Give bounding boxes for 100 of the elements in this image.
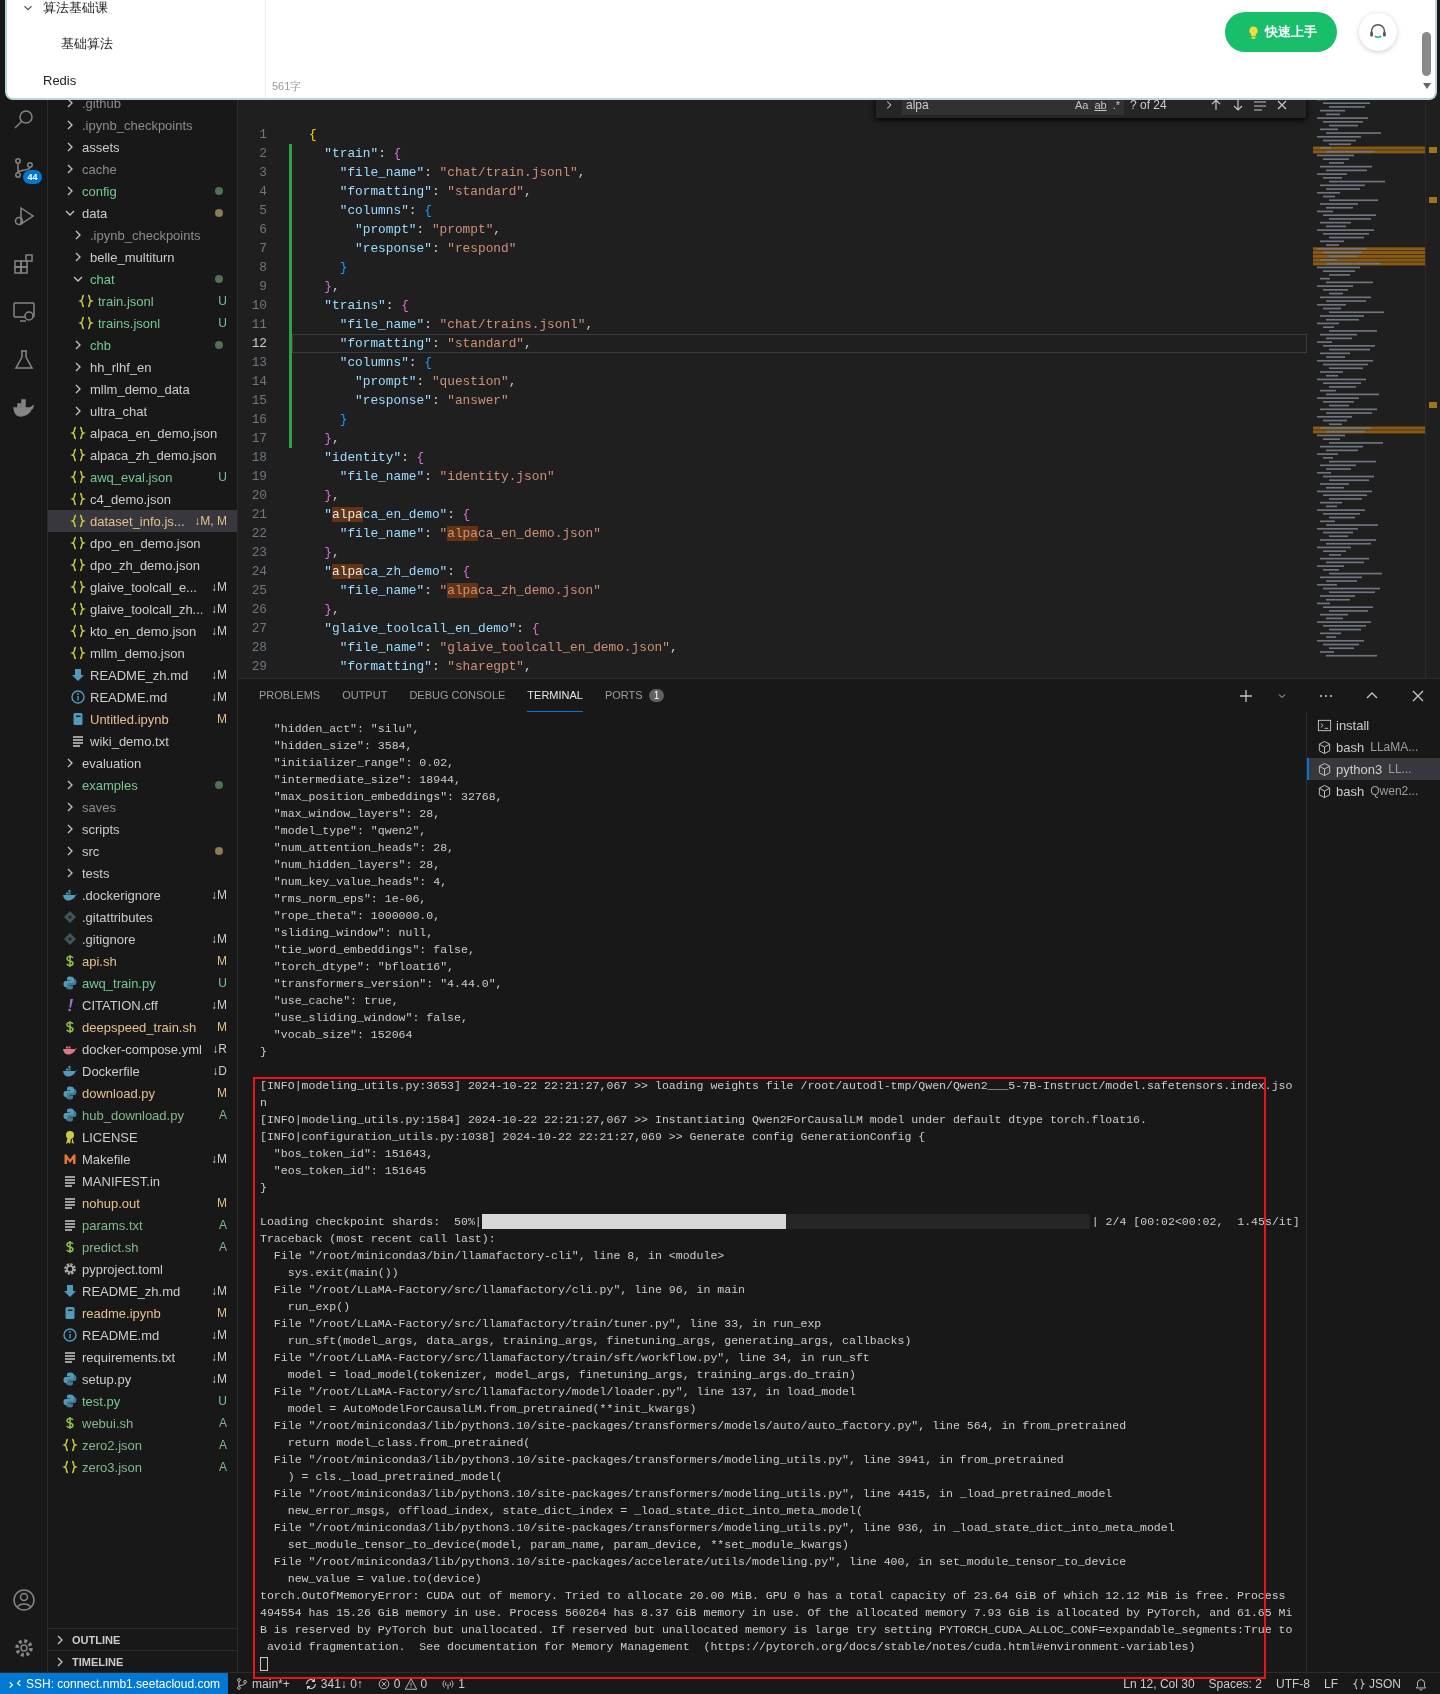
tree-item[interactable]: README.md ↓M — [48, 1324, 237, 1346]
bell-icon[interactable] — [1414, 1676, 1428, 1691]
tree-item[interactable]: Untitled.ipynb M — [48, 708, 237, 730]
tree-item[interactable]: LICENSE — [48, 1126, 237, 1148]
tree-item[interactable]: scripts — [48, 818, 237, 840]
remote-button[interactable]: SSH: connect.nmb1.seetacloud.com — [0, 1672, 229, 1694]
problems-button[interactable]: 0 0 — [369, 1676, 435, 1691]
note-tree-item[interactable]: 算法基础课 — [7, 0, 265, 26]
tree-item[interactable]: setup.py ↓M — [48, 1368, 237, 1390]
scrollbar[interactable] — [1425, 102, 1440, 678]
docker-icon[interactable] — [11, 396, 36, 420]
tree-item[interactable]: train.jsonl U — [48, 290, 237, 312]
tree-item[interactable]: config — [48, 180, 237, 202]
tree-item[interactable]: api.sh M — [48, 950, 237, 972]
remote-icon[interactable] — [11, 300, 36, 324]
plus-icon[interactable] — [1238, 687, 1254, 704]
tree-item[interactable]: chat — [48, 268, 237, 290]
tree-item[interactable]: params.txt A — [48, 1214, 237, 1236]
tree-item[interactable]: dataset_info.js... ↓M, M — [48, 510, 237, 532]
terminal-list-item[interactable]: python3 LL... — [1307, 758, 1440, 780]
tree-item[interactable]: tests — [48, 862, 237, 884]
tree-item[interactable]: wiki_demo.txt — [48, 730, 237, 752]
tree-item[interactable]: Makefile ↓M — [48, 1148, 237, 1170]
tree-item[interactable]: c4_demo.json — [48, 488, 237, 510]
tree-item[interactable]: saves — [48, 796, 237, 818]
tree-item[interactable]: nohup.out M — [48, 1192, 237, 1214]
ports-button[interactable]: 1 — [434, 1676, 472, 1691]
tree-item[interactable]: Dockerfile ↓D — [48, 1060, 237, 1082]
tree-item[interactable]: data — [48, 202, 237, 224]
account-icon[interactable] — [11, 1588, 36, 1612]
tree-item[interactable]: glaive_toolcall_e... ↓M — [48, 576, 237, 598]
status-item[interactable]: LF — [1316, 1676, 1345, 1691]
tree-item[interactable]: deepspeed_train.sh M — [48, 1016, 237, 1038]
tree-item[interactable]: .dockerignore ↓M — [48, 884, 237, 906]
tree-item[interactable]: webui.sh A — [48, 1412, 237, 1434]
tree-item[interactable]: download.py M — [48, 1082, 237, 1104]
branch-button[interactable]: main*+ — [228, 1676, 297, 1691]
status-item[interactable]: UTF-8 — [1268, 1676, 1317, 1691]
terminal-list-item[interactable]: bash LLaMA... — [1307, 736, 1440, 758]
tree-item[interactable]: trains.jsonl U — [48, 312, 237, 334]
extensions-icon[interactable] — [11, 252, 36, 276]
panel-tab[interactable]: OUTPUT — [342, 679, 388, 712]
tree-item[interactable]: pyproject.toml — [48, 1258, 237, 1280]
status-item[interactable]: Ln 12, Col 30 — [1116, 1676, 1202, 1691]
status-item[interactable]: Spaces: 2 — [1201, 1676, 1269, 1691]
sync-button[interactable]: 341↓ 0↑ — [296, 1676, 370, 1691]
terminal-list-item[interactable]: install — [1307, 714, 1440, 736]
tree-item[interactable]: .ipynb_checkpoints — [48, 114, 237, 136]
tree-item[interactable]: hub_download.py A — [48, 1104, 237, 1126]
tree-item[interactable]: requirements.txt ↓M — [48, 1346, 237, 1368]
scrollbar-thumb[interactable] — [1422, 32, 1431, 76]
tree-item[interactable]: chb — [48, 334, 237, 356]
find-option[interactable]: .* — [1112, 99, 1120, 111]
tree-item[interactable]: README_zh.md ↓M — [48, 664, 237, 686]
section-header[interactable]: OUTLINE — [48, 1628, 237, 1650]
tree-item[interactable]: belle_multiturn — [48, 246, 237, 268]
tree-item[interactable]: .ipynb_checkpoints — [48, 224, 237, 246]
panel-tab[interactable]: PROBLEMS — [259, 679, 321, 712]
tree-item[interactable]: alpaca_en_demo.json — [48, 422, 237, 444]
tree-item[interactable]: README.md ↓M — [48, 686, 237, 708]
scroll-down-icon[interactable] — [1422, 82, 1432, 90]
tree-item[interactable]: .gitattributes — [48, 906, 237, 928]
tree-item[interactable]: src — [48, 840, 237, 862]
tree-item[interactable]: evaluation — [48, 752, 237, 774]
tree-item[interactable]: CITATION.cff ↓M — [48, 994, 237, 1016]
tree-item[interactable]: readme.ipynb M — [48, 1302, 237, 1324]
tree-item[interactable]: ultra_chat — [48, 400, 237, 422]
note-tree-item[interactable]: 基础算法 — [7, 26, 265, 62]
language-button[interactable]: JSON — [1345, 1676, 1408, 1691]
tree-item[interactable]: zero2.json A — [48, 1434, 237, 1456]
tree-item[interactable]: mllm_demo_data — [48, 378, 237, 400]
terminal-list-item[interactable]: bash Qwen2... — [1307, 780, 1440, 802]
panel-tab[interactable]: DEBUG CONSOLE — [409, 679, 506, 712]
tree-item[interactable]: examples — [48, 774, 237, 796]
tree-item[interactable]: .gitignore ↓M — [48, 928, 237, 950]
tree-item[interactable]: awq_eval.json U — [48, 466, 237, 488]
find-option[interactable]: Aa — [1074, 99, 1089, 111]
tree-item[interactable]: dpo_zh_demo.json — [48, 554, 237, 576]
tree-item[interactable]: kto_en_demo.json ↓M — [48, 620, 237, 642]
tree-item[interactable]: MANIFEST.in — [48, 1170, 237, 1192]
tree-item[interactable]: dpo_en_demo.json — [48, 532, 237, 554]
tree-item[interactable]: assets — [48, 136, 237, 158]
tree-item[interactable]: README_zh.md ↓M — [48, 1280, 237, 1302]
tree-item[interactable]: glaive_toolcall_zh... ↓M — [48, 598, 237, 620]
tree-item[interactable]: alpaca_zh_demo.json — [48, 444, 237, 466]
find-option[interactable]: ab — [1094, 99, 1107, 111]
tree-item[interactable]: mllm_demo.json — [48, 642, 237, 664]
tree-item[interactable]: cache — [48, 158, 237, 180]
panel-tab[interactable]: TERMINAL — [527, 679, 583, 712]
note-tree-item[interactable]: Redis — [7, 62, 265, 98]
item-label: mllm_demo.json — [90, 645, 186, 661]
panel-tab[interactable]: PORTS 1 — [604, 679, 665, 712]
tree-item[interactable]: docker-compose.yml ↓R — [48, 1038, 237, 1060]
tree-item[interactable]: predict.sh A — [48, 1236, 237, 1258]
python-icon — [62, 1393, 78, 1409]
headset-button[interactable] — [1359, 13, 1397, 51]
tree-item[interactable]: awq_train.py U — [48, 972, 237, 994]
tree-item[interactable]: zero3.json A — [48, 1456, 237, 1478]
tree-item[interactable]: test.py U — [48, 1390, 237, 1412]
tree-item[interactable]: hh_rlhf_en — [48, 356, 237, 378]
